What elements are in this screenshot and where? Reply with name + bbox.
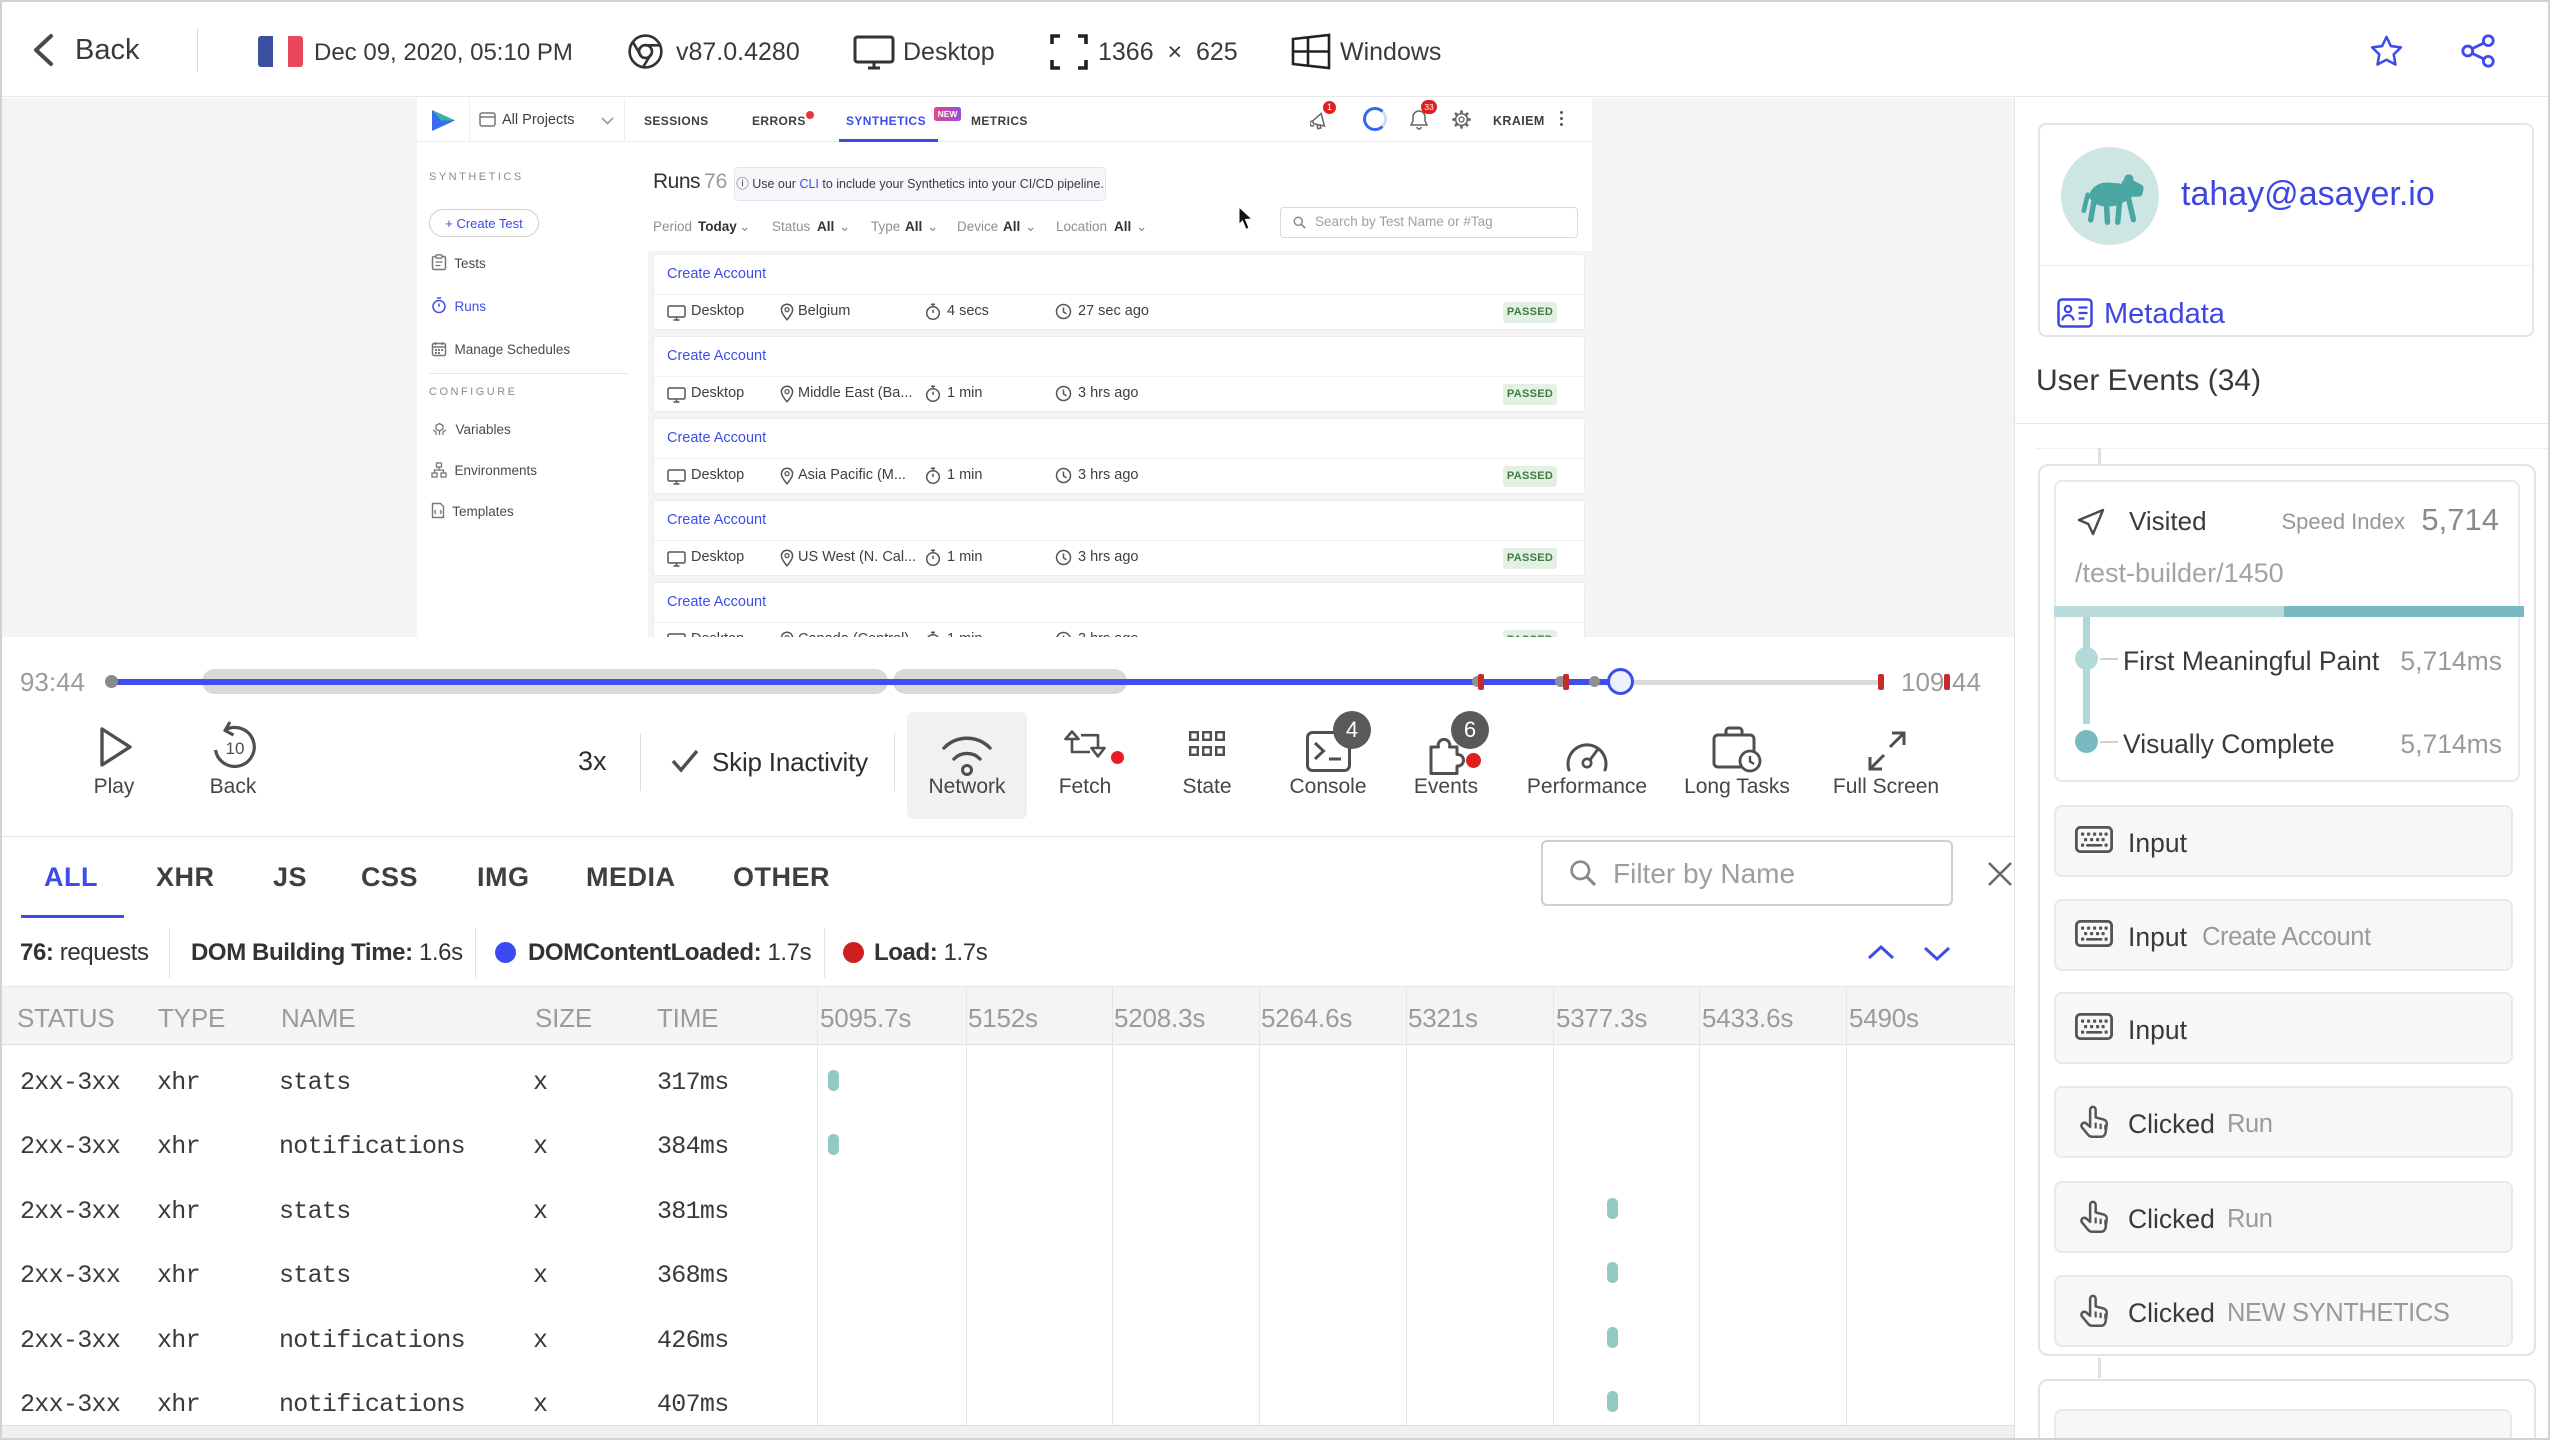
svg-text:10: 10 [226, 739, 245, 758]
